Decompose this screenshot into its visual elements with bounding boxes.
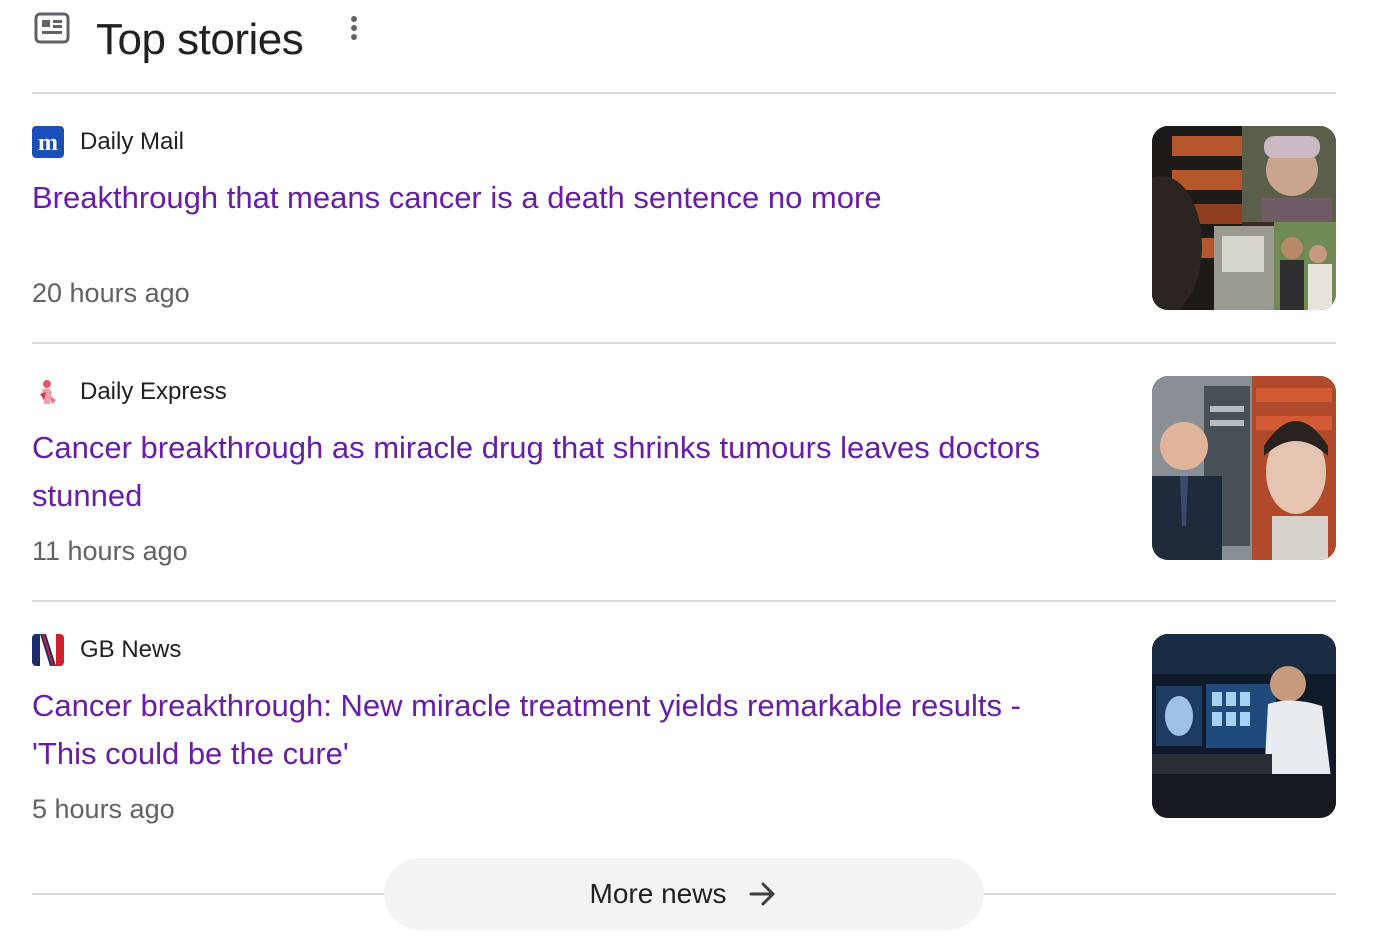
page-title: Top stories [96,15,304,64]
headline-link[interactable]: Cancer breakthrough as miracle drug that… [32,424,1092,520]
divider [32,342,1336,344]
daily-express-logo [32,376,64,408]
gb-news-logo [32,634,64,666]
more-news-label: More news [589,878,727,909]
source-row: Daily Express [32,376,227,408]
headline-link[interactable]: Breakthrough that means cancer is a deat… [32,174,1092,222]
thumbnail-image[interactable] [1152,376,1336,560]
newspaper-icon [34,12,70,44]
divider [984,893,1336,895]
thumbnail-image[interactable] [1152,634,1336,818]
svg-text:m: m [38,130,58,156]
thumbnail-image[interactable] [1152,126,1336,310]
arrow-right-icon [749,882,775,906]
more-vert-icon[interactable] [342,14,366,42]
divider [32,92,1336,94]
source-row: GB News [32,634,181,666]
source-name: Daily Express [80,378,227,405]
more-news-button[interactable]: More news [384,858,984,930]
timestamp: 5 hours ago [32,794,175,824]
top-stories-panel: Top stories m Daily Mail Breakthrough th… [32,0,1336,938]
source-name: Daily Mail [80,128,185,155]
source-row: m Daily Mail [32,126,184,158]
source-name: GB News [80,636,182,663]
daily-mail-logo: m [32,126,64,158]
divider [32,600,1336,602]
headline-link[interactable]: Cancer breakthrough: New miracle treatme… [32,682,1092,778]
timestamp: 11 hours ago [32,536,188,566]
timestamp: 20 hours ago [32,278,190,308]
divider [32,893,384,895]
